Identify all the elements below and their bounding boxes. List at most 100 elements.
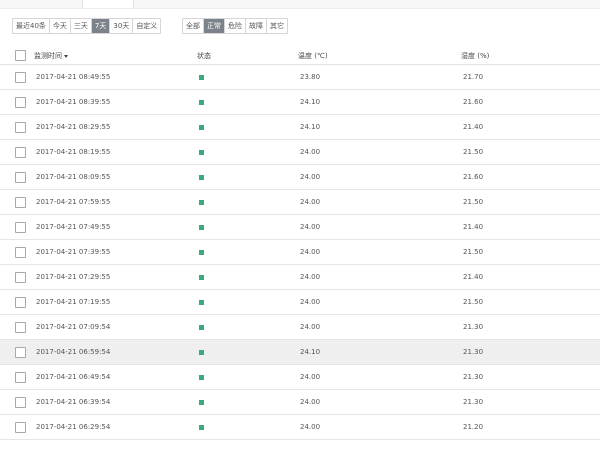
status-filter-normal[interactable]: 正常 [203, 19, 224, 33]
column-header-status: 状态 [197, 52, 211, 60]
select-all-checkbox[interactable] [15, 50, 26, 61]
row-temperature: 24.10 [300, 98, 321, 106]
row-humidity: 21.60 [463, 173, 484, 181]
row-checkbox[interactable] [15, 322, 26, 333]
time-filter-30-days[interactable]: 30天 [109, 19, 132, 33]
table-row[interactable]: 2017-04-21 06:49:54 24.00 21.30 [0, 365, 600, 390]
row-temperature: 24.00 [300, 323, 321, 331]
status-normal-indicator [199, 175, 204, 180]
status-filter-other[interactable]: 其它 [266, 19, 287, 33]
row-checkbox[interactable] [15, 72, 26, 83]
row-temperature: 24.00 [300, 198, 321, 206]
time-filter-custom[interactable]: 自定义 [132, 19, 160, 33]
row-time: 2017-04-21 06:29:54 [36, 423, 111, 431]
column-header-humidity: 湿度 (%) [461, 52, 490, 60]
table-row[interactable]: 2017-04-21 06:39:54 24.00 21.30 [0, 390, 600, 415]
status-normal-indicator [199, 425, 204, 430]
table-row[interactable]: 2017-04-21 06:59:54 24.10 21.30 [0, 340, 600, 365]
column-header-time[interactable]: 监测时间 [34, 51, 68, 61]
table-row[interactable]: 2017-04-21 07:49:55 24.00 21.40 [0, 215, 600, 240]
row-temperature: 24.00 [300, 273, 321, 281]
status-normal-indicator [199, 325, 204, 330]
row-time: 2017-04-21 07:29:55 [36, 273, 111, 281]
time-filter-7-days[interactable]: 7天 [90, 19, 110, 33]
row-time: 2017-04-21 08:19:55 [36, 148, 111, 156]
row-humidity: 21.50 [463, 298, 484, 306]
row-checkbox[interactable] [15, 147, 26, 158]
table-row[interactable]: 2017-04-21 07:39:55 24.00 21.50 [0, 240, 600, 265]
column-header-temperature: 温度 (℃) [298, 52, 328, 60]
status-normal-indicator [199, 375, 204, 380]
time-range-group: 最近40条 今天 三天 7天 30天 自定义 [12, 18, 162, 34]
row-humidity: 21.50 [463, 248, 484, 256]
row-temperature: 24.00 [300, 173, 321, 181]
row-checkbox[interactable] [15, 272, 26, 283]
status-normal-indicator [199, 100, 204, 105]
status-filter-fault[interactable]: 故障 [245, 19, 266, 33]
status-normal-indicator [199, 300, 204, 305]
row-humidity: 21.50 [463, 198, 484, 206]
sort-desc-icon [64, 54, 68, 58]
row-humidity: 21.20 [463, 423, 484, 431]
status-filter-group: 全部 正常 危险 故障 其它 [182, 18, 288, 34]
table-row[interactable]: 2017-04-21 07:09:54 24.00 21.30 [0, 315, 600, 340]
table-row[interactable]: 2017-04-21 07:29:55 24.00 21.40 [0, 265, 600, 290]
row-time: 2017-04-21 07:09:54 [36, 323, 111, 331]
row-checkbox[interactable] [15, 247, 26, 258]
row-humidity: 21.30 [463, 398, 484, 406]
status-filter-all[interactable]: 全部 [183, 19, 203, 33]
table-row[interactable]: 2017-04-21 07:59:55 24.00 21.50 [0, 190, 600, 215]
row-time: 2017-04-21 08:49:55 [36, 73, 111, 81]
table-header: 监测时间 状态 温度 (℃) 湿度 (%) [0, 44, 600, 65]
row-humidity: 21.70 [463, 73, 484, 81]
status-normal-indicator [199, 150, 204, 155]
status-normal-indicator [199, 250, 204, 255]
table-row[interactable]: 2017-04-21 08:19:55 24.00 21.50 [0, 140, 600, 165]
row-humidity: 21.60 [463, 98, 484, 106]
row-temperature: 24.00 [300, 298, 321, 306]
table-row[interactable]: 2017-04-21 08:29:55 24.10 21.40 [0, 115, 600, 140]
status-normal-indicator [199, 350, 204, 355]
row-temperature: 24.00 [300, 373, 321, 381]
row-checkbox[interactable] [15, 347, 26, 358]
row-time: 2017-04-21 06:59:54 [36, 348, 111, 356]
row-time: 2017-04-21 06:39:54 [36, 398, 111, 406]
row-checkbox[interactable] [15, 422, 26, 433]
table-row[interactable]: 2017-04-21 08:49:55 23.80 21.70 [0, 65, 600, 90]
row-checkbox[interactable] [15, 122, 26, 133]
time-filter-3-days[interactable]: 三天 [69, 19, 91, 33]
status-normal-indicator [199, 75, 204, 80]
row-humidity: 21.30 [463, 323, 484, 331]
row-checkbox[interactable] [15, 297, 26, 308]
time-filter-recent-40[interactable]: 最近40条 [13, 19, 49, 33]
table-row[interactable]: 2017-04-21 08:09:55 24.00 21.60 [0, 165, 600, 190]
row-temperature: 24.10 [300, 123, 321, 131]
row-humidity: 21.30 [463, 348, 484, 356]
row-checkbox[interactable] [15, 372, 26, 383]
row-temperature: 24.00 [300, 223, 321, 231]
row-time: 2017-04-21 07:19:55 [36, 298, 111, 306]
row-humidity: 21.30 [463, 373, 484, 381]
row-checkbox[interactable] [15, 197, 26, 208]
table-row[interactable]: 2017-04-21 06:29:54 24.00 21.20 [0, 415, 600, 440]
row-time: 2017-04-21 07:39:55 [36, 248, 111, 256]
row-temperature: 24.00 [300, 248, 321, 256]
status-normal-indicator [199, 125, 204, 130]
row-humidity: 21.40 [463, 273, 484, 281]
status-normal-indicator [199, 275, 204, 280]
row-checkbox[interactable] [15, 397, 26, 408]
row-checkbox[interactable] [15, 172, 26, 183]
row-time: 2017-04-21 07:49:55 [36, 223, 111, 231]
row-humidity: 21.50 [463, 148, 484, 156]
status-filter-danger[interactable]: 危险 [224, 19, 245, 33]
row-temperature: 24.00 [300, 423, 321, 431]
table-row[interactable]: 2017-04-21 08:39:55 24.10 21.60 [0, 90, 600, 115]
table-row[interactable]: 2017-04-21 07:19:55 24.00 21.50 [0, 290, 600, 315]
row-temperature: 24.00 [300, 148, 321, 156]
row-checkbox[interactable] [15, 97, 26, 108]
time-filter-today[interactable]: 今天 [48, 19, 70, 33]
active-tab[interactable] [82, 0, 134, 8]
row-time: 2017-04-21 06:49:54 [36, 373, 111, 381]
status-normal-indicator [199, 225, 204, 230]
row-checkbox[interactable] [15, 222, 26, 233]
